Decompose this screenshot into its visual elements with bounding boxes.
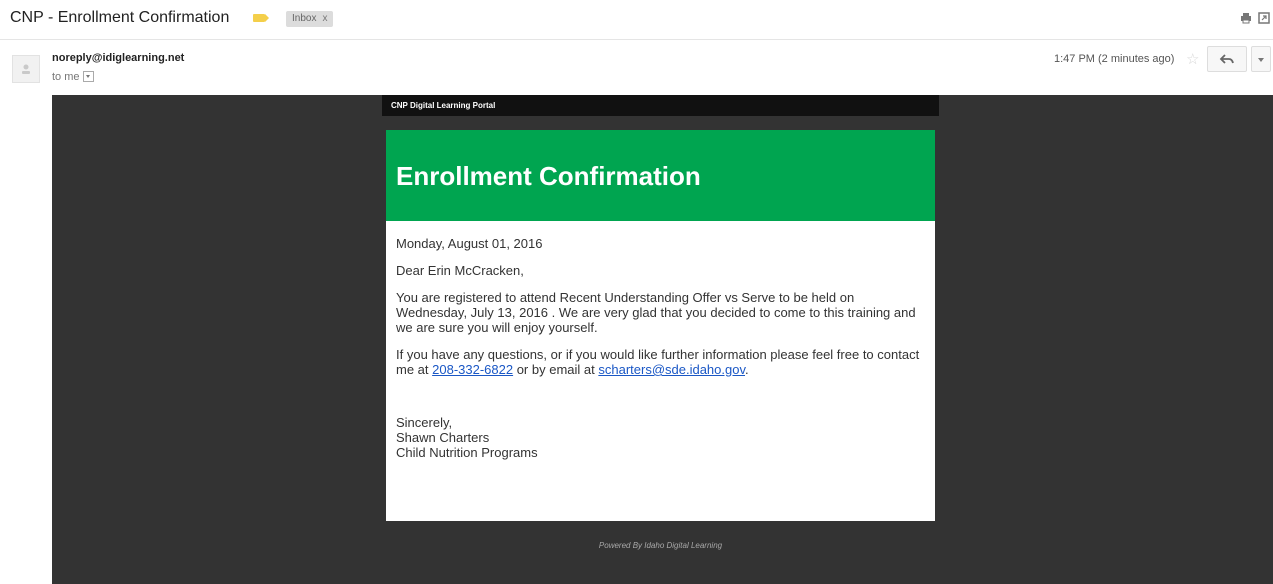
email-date: Monday, August 01, 2016: [396, 236, 543, 251]
email-heading: Enrollment Confirmation: [396, 161, 701, 191]
print-icon[interactable]: [1240, 12, 1252, 24]
email-paragraph-registration: You are registered to attend Recent Unde…: [396, 290, 916, 335]
contact-text-b: or by email at: [513, 362, 599, 377]
reply-icon: [1219, 54, 1234, 64]
avatar: [12, 55, 40, 83]
new-window-icon[interactable]: [1258, 12, 1270, 24]
show-details-dropdown[interactable]: [82, 71, 94, 82]
email-content: Monday, August 01, 2016 Dear Erin McCrac…: [396, 236, 926, 460]
signer-organization: Child Nutrition Programs: [396, 445, 538, 460]
contact-text-c: .: [745, 362, 749, 377]
person-icon: [22, 64, 30, 74]
recipient-line: to me: [52, 71, 94, 83]
recipient-text: to me: [52, 71, 80, 83]
reply-button[interactable]: [1207, 46, 1247, 72]
subject-bar: CNP - Enrollment Confirmation Inbox x: [0, 0, 1273, 40]
email-subject: CNP - Enrollment Confirmation: [10, 9, 230, 26]
label-tag-icon[interactable]: [253, 14, 269, 22]
message-timestamp: 1:47 PM (2 minutes ago): [1054, 53, 1175, 65]
star-icon[interactable]: ☆: [1186, 50, 1199, 68]
portal-title-bar: CNP Digital Learning Portal: [382, 95, 939, 116]
email-link[interactable]: scharters@sde.idaho.gov: [598, 362, 745, 377]
sign-off: Sincerely,: [396, 415, 453, 430]
sender-email[interactable]: noreply@idiglearning.net: [52, 52, 184, 64]
more-options-button[interactable]: [1251, 46, 1271, 72]
email-card: Enrollment Confirmation Monday, August 0…: [386, 130, 935, 521]
email-greeting: Dear Erin McCracken,: [396, 263, 524, 278]
email-paragraph-contact: If you have any questions, or if you wou…: [396, 347, 926, 377]
powered-by-footer: Powered By Idaho Digital Learning: [598, 541, 723, 550]
remove-label-button[interactable]: x: [322, 13, 327, 24]
inbox-label-chip[interactable]: Inbox x: [286, 11, 334, 27]
inbox-label-text: Inbox: [292, 13, 317, 24]
heading-banner: Enrollment Confirmation: [386, 130, 935, 221]
signer-name: Shawn Charters: [396, 430, 490, 445]
phone-link[interactable]: 208-332-6822: [432, 362, 513, 377]
